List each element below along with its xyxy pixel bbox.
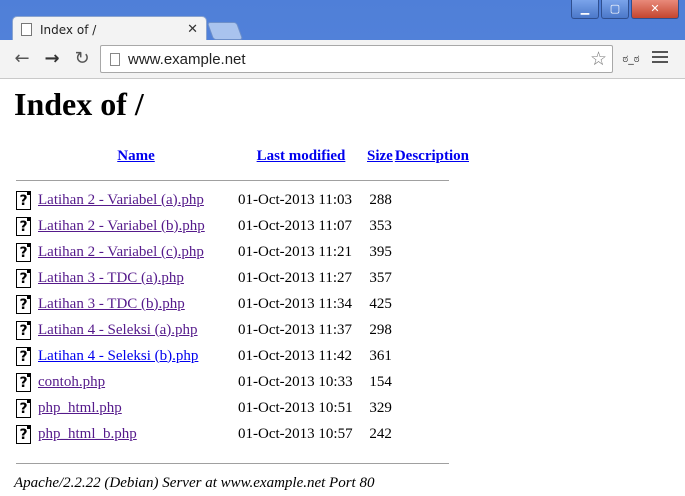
table-row: ? php_html_b.php 01-Oct-2013 10:57 242 — [14, 421, 470, 447]
page-icon — [110, 52, 120, 66]
file-modified: 01-Oct-2013 11:21 — [238, 243, 353, 260]
unknown-file-icon: ? — [16, 268, 31, 288]
toolbar: ← → ↻ www.example.net ☆ ಠ_ಠ — [0, 40, 685, 79]
new-tab-button[interactable] — [206, 22, 244, 40]
file-link[interactable]: Latihan 2 - Variabel (b).php — [38, 218, 205, 234]
table-row: ? Latihan 2 - Variabel (a).php 01-Oct-2013… — [14, 187, 470, 213]
unknown-file-icon: ? — [16, 346, 31, 366]
file-modified: 01-Oct-2013 10:57 — [238, 425, 353, 442]
file-description — [394, 213, 470, 239]
file-modified: 01-Oct-2013 11:03 — [238, 191, 353, 208]
server-signature: Apache/2.2.22 (Debian) Server at www.exa… — [14, 475, 375, 491]
page-title: Index of / — [14, 86, 144, 122]
file-link[interactable]: Latihan 3 - TDC (b).php — [38, 296, 185, 312]
table-row: ? Latihan 2 - Variabel (b).php 01-Oct-2013… — [14, 213, 470, 239]
back-icon[interactable]: ← — [12, 49, 32, 69]
table-row: ? Latihan 4 - Seleksi (b).php 01-Oct-2013 … — [14, 343, 470, 369]
file-size: 357 — [369, 269, 392, 286]
table-row: ? Latihan 4 - Seleksi (a).php 01-Oct-2013 … — [14, 317, 470, 343]
sort-by-description-link[interactable]: Description — [395, 148, 469, 164]
file-size: 353 — [369, 217, 392, 234]
file-link[interactable]: Latihan 2 - Variabel (a).php — [38, 192, 204, 208]
unknown-file-icon: ? — [16, 190, 31, 210]
file-description — [394, 343, 470, 369]
file-listing: Name Last modified Size Description ? Lat… — [14, 143, 470, 447]
unknown-file-icon: ? — [16, 320, 31, 340]
file-modified: 01-Oct-2013 10:33 — [238, 373, 353, 390]
file-modified: 01-Oct-2013 11:42 — [238, 347, 353, 364]
file-modified: 01-Oct-2013 11:27 — [238, 269, 353, 286]
file-size: 361 — [369, 347, 392, 364]
file-size: 242 — [369, 425, 392, 442]
unknown-file-icon: ? — [16, 424, 31, 444]
file-link[interactable]: Latihan 3 - TDC (a).php — [38, 270, 184, 286]
file-description — [394, 291, 470, 317]
file-link[interactable]: Latihan 4 - Seleksi (a).php — [38, 322, 198, 338]
address-bar[interactable]: www.example.net ☆ — [100, 45, 613, 73]
file-size: 329 — [369, 399, 392, 416]
file-size: 395 — [369, 243, 392, 260]
tab-strip: Index of / ✕ — [0, 10, 685, 42]
unknown-file-icon: ? — [16, 216, 31, 236]
file-size: 425 — [369, 295, 392, 312]
file-modified: 01-Oct-2013 11:34 — [238, 295, 353, 312]
extension-button[interactable]: ಠ_ಠ — [620, 49, 642, 69]
file-size: 288 — [369, 191, 392, 208]
unknown-file-icon: ? — [16, 372, 31, 392]
sort-by-name-link[interactable]: Name — [117, 148, 155, 164]
tab-title: Index of / — [40, 22, 97, 37]
page-icon — [21, 23, 32, 36]
file-modified: 01-Oct-2013 11:37 — [238, 321, 353, 338]
close-icon[interactable]: ✕ — [187, 22, 198, 37]
table-row: ? Latihan 2 - Variabel (c).php 01-Oct-2013… — [14, 239, 470, 265]
file-description — [394, 239, 470, 265]
sort-by-size-link[interactable]: Size — [367, 148, 393, 164]
file-link[interactable]: php_html_b.php — [38, 426, 137, 442]
table-row: ? php_html.php 01-Oct-2013 10:51 329 — [14, 395, 470, 421]
file-description — [394, 421, 470, 447]
table-row: ? contoh.php 01-Oct-2013 10:33 154 — [14, 369, 470, 395]
file-size: 298 — [369, 321, 392, 338]
forward-icon[interactable]: → — [42, 49, 62, 69]
sort-by-last-modified-link[interactable]: Last modified — [257, 148, 346, 164]
file-link[interactable]: Latihan 2 - Variabel (c).php — [38, 244, 204, 260]
file-description — [394, 187, 470, 213]
file-description — [394, 395, 470, 421]
icon-column-header — [14, 143, 36, 169]
page-content: Index of / Name Last modified Size Descr… — [0, 79, 685, 496]
menu-icon[interactable] — [652, 51, 668, 66]
table-row: ? Latihan 3 - TDC (a).php 01-Oct-2013 11:2… — [14, 265, 470, 291]
footer-divider — [16, 463, 449, 464]
file-size: 154 — [369, 373, 392, 390]
file-modified: 01-Oct-2013 10:51 — [238, 399, 353, 416]
file-description — [394, 317, 470, 343]
file-link[interactable]: contoh.php — [38, 374, 105, 390]
table-row: ? Latihan 3 - TDC (b).php 01-Oct-2013 11:3… — [14, 291, 470, 317]
file-description — [394, 369, 470, 395]
url-text[interactable]: www.example.net — [128, 51, 590, 68]
reload-icon[interactable]: ↻ — [72, 49, 92, 69]
file-modified: 01-Oct-2013 11:07 — [238, 217, 353, 234]
file-link[interactable]: Latihan 4 - Seleksi (b).php — [38, 348, 198, 364]
browser-window: ▁ ▢ ✕ Index of / ✕ ← → ↻ www.example.net… — [0, 0, 685, 496]
star-icon[interactable]: ☆ — [590, 48, 607, 70]
unknown-file-icon: ? — [16, 398, 31, 418]
unknown-file-icon: ? — [16, 294, 31, 314]
tab-index[interactable]: Index of / ✕ — [12, 16, 207, 42]
file-description — [394, 265, 470, 291]
header-divider — [16, 180, 449, 181]
unknown-file-icon: ? — [16, 242, 31, 262]
file-link[interactable]: php_html.php — [38, 400, 122, 416]
